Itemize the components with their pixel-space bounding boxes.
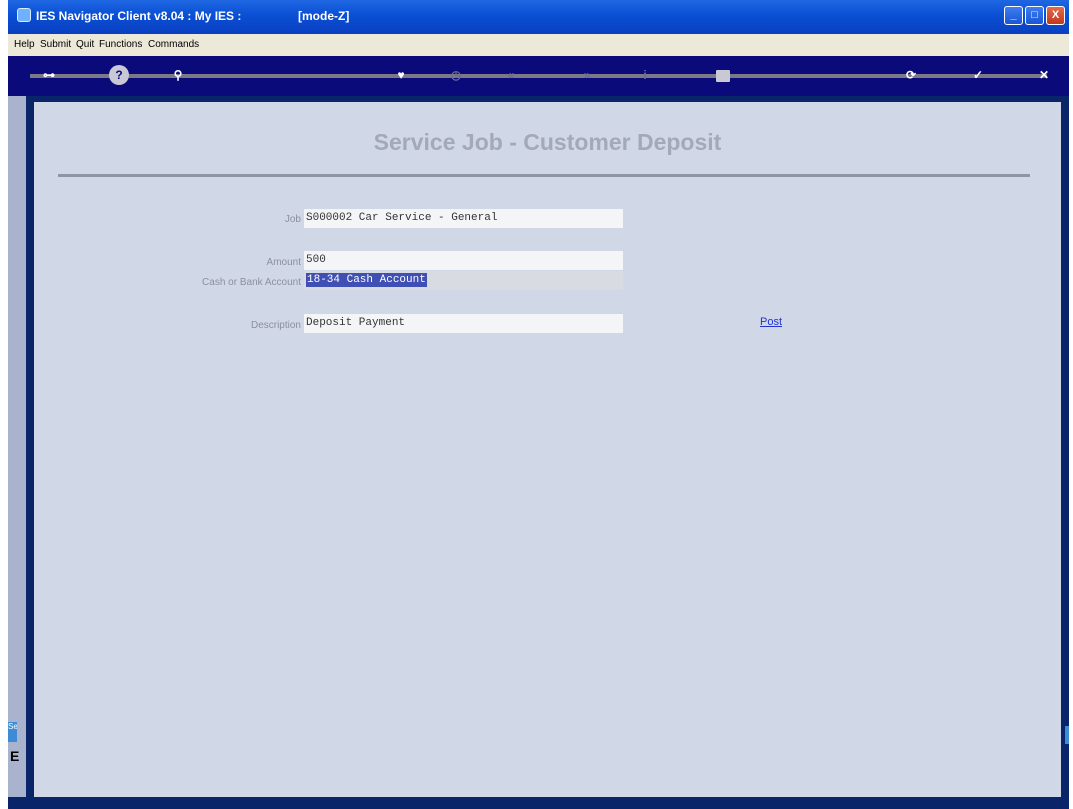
description-field[interactable]: Deposit Payment: [304, 314, 623, 333]
amount-field[interactable]: 500: [304, 251, 623, 270]
close-button[interactable]: X: [1046, 6, 1065, 25]
post-link[interactable]: Post: [760, 316, 782, 328]
right-edge-tab[interactable]: [1065, 726, 1069, 744]
menu-submit[interactable]: Submit: [40, 39, 71, 50]
form-panel: Service Job - Customer Deposit Job S0000…: [34, 102, 1061, 797]
refresh-icon[interactable]: ⟳: [901, 65, 921, 85]
help-icon[interactable]: ?: [109, 65, 129, 85]
job-label: Job: [284, 214, 301, 225]
minimize-button[interactable]: _: [1004, 6, 1023, 25]
toolbar: ⊶ ? ⚲ ♥ ◷ « » i ⟳ ✓ ✕: [8, 56, 1069, 96]
forward-icon[interactable]: »: [577, 65, 597, 85]
check-icon[interactable]: ✓: [968, 65, 988, 85]
left-strip: [8, 96, 26, 809]
key-icon[interactable]: ⊶: [34, 65, 64, 85]
maximize-button[interactable]: □: [1025, 6, 1044, 25]
menu-functions[interactable]: Functions: [99, 39, 142, 50]
mode-indicator: [mode-Z]: [298, 9, 350, 23]
stop-icon[interactable]: [716, 70, 730, 82]
menu-quit[interactable]: Quit: [76, 39, 94, 50]
info-icon[interactable]: i: [635, 65, 655, 85]
side-tab[interactable]: Se: [8, 722, 17, 742]
description-label: Description: [250, 320, 301, 331]
app-icon: [17, 8, 31, 22]
side-letter: E: [10, 748, 20, 764]
menu-bar: Help Submit Quit Functions Commands: [8, 34, 1069, 56]
window-title: IES Navigator Client v8.04 : My IES :: [36, 9, 242, 23]
heart-icon[interactable]: ♥: [391, 65, 411, 85]
clock-icon[interactable]: ◷: [446, 65, 466, 85]
title-divider: [58, 174, 1030, 177]
menu-help[interactable]: Help: [14, 39, 35, 50]
application-window: IES Navigator Client v8.04 : My IES : [m…: [8, 0, 1069, 809]
account-field[interactable]: 18-34 Cash Account: [304, 271, 623, 290]
job-field[interactable]: S000002 Car Service - General: [304, 209, 623, 228]
account-label: Cash or Bank Account: [202, 277, 301, 288]
menu-commands[interactable]: Commands: [148, 39, 199, 50]
rewind-icon[interactable]: «: [501, 65, 521, 85]
account-value: 18-34 Cash Account: [306, 273, 427, 287]
page-title: Service Job - Customer Deposit: [373, 129, 722, 155]
close-icon[interactable]: ✕: [1034, 65, 1054, 85]
search-icon[interactable]: ⚲: [168, 65, 188, 85]
title-bar[interactable]: IES Navigator Client v8.04 : My IES : [m…: [8, 0, 1069, 34]
window-bottom-border: [8, 797, 1069, 809]
amount-label: Amount: [266, 257, 301, 268]
